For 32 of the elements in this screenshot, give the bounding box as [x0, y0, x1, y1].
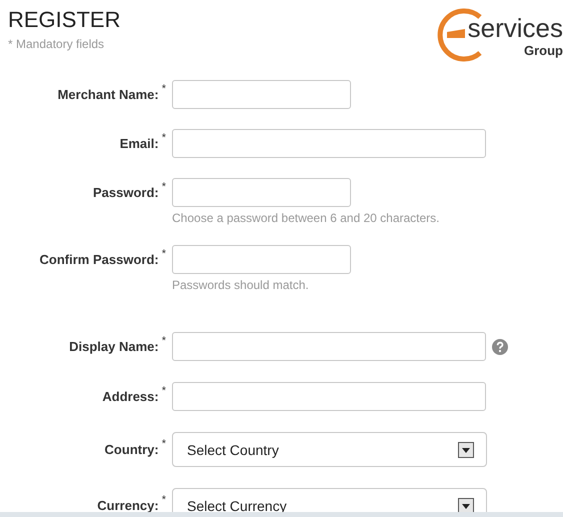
- required-mark: *: [162, 83, 166, 97]
- input-field[interactable]: [172, 332, 486, 361]
- caret-icon[interactable]: [458, 498, 474, 514]
- required-mark: *: [162, 494, 166, 508]
- field-label: Password:: [92, 185, 159, 200]
- hint-text: Choose a password between 6 and 20 characters.: [172, 211, 440, 225]
- logo-subtitle: Group: [524, 43, 563, 58]
- input-field[interactable]: [172, 80, 351, 109]
- input-field[interactable]: [172, 245, 351, 274]
- required-mark: *: [162, 248, 166, 262]
- help-icon[interactable]: [492, 338, 508, 354]
- input-field[interactable]: [172, 178, 351, 207]
- logo-wordmark: services: [468, 13, 563, 43]
- field-label: Currency:: [97, 498, 159, 513]
- field-label: Merchant Name:: [58, 87, 159, 102]
- input-field[interactable]: [172, 382, 486, 411]
- field-label: Display Name:: [69, 339, 159, 354]
- field-label: Address:: [102, 389, 159, 404]
- required-mark: *: [162, 132, 166, 146]
- field-label: Email:: [120, 136, 159, 151]
- required-mark: *: [162, 385, 166, 399]
- dropdown-field[interactable]: Select Country: [172, 432, 487, 467]
- page-title: REGISTER: [8, 8, 120, 32]
- required-mark: *: [162, 181, 166, 195]
- mandatory-note: * Mandatory fields: [8, 37, 106, 51]
- field-label: Confirm Password:: [40, 252, 159, 267]
- required-mark: *: [162, 438, 166, 452]
- required-mark: *: [162, 335, 166, 349]
- hint-text: Passwords should match.: [172, 278, 310, 292]
- field-label: Country:: [104, 442, 159, 457]
- input-field[interactable]: [172, 129, 486, 158]
- caret-icon[interactable]: [458, 442, 474, 458]
